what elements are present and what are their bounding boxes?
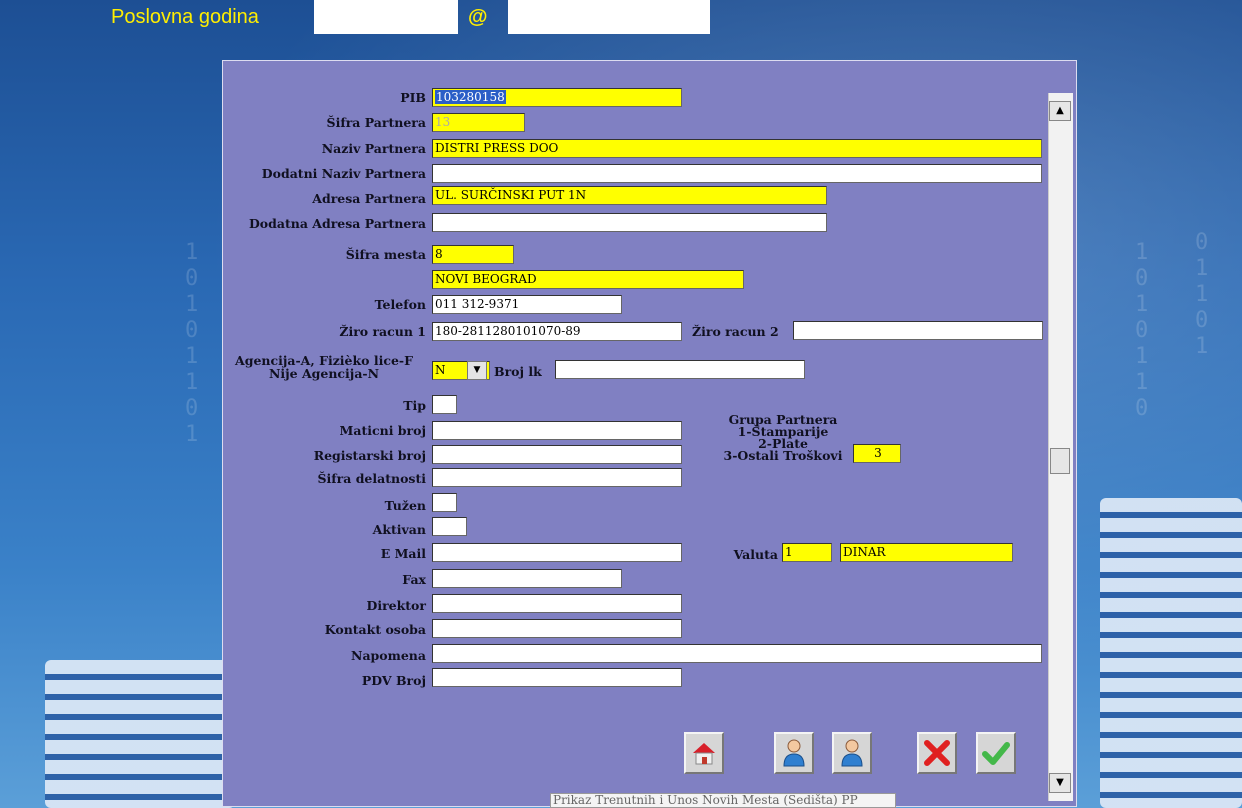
registry-number-field[interactable] (432, 445, 682, 464)
place-code-label: Šifra mesta (345, 247, 426, 262)
bank-account-1-label: Žiro racun 1 (339, 324, 426, 339)
background-building (1100, 498, 1242, 808)
background-building (45, 660, 235, 808)
places-button[interactable] (684, 732, 724, 774)
additional-name-label: Dodatni Naziv Partnera (261, 166, 426, 181)
active-field[interactable] (432, 517, 467, 536)
partner-address-field[interactable]: UL. SURČINSKI PUT 1N (432, 186, 827, 205)
bank-account-2-field[interactable] (793, 321, 1043, 340)
director-field[interactable] (432, 594, 682, 613)
additional-address-field[interactable] (432, 213, 827, 232)
cancel-button[interactable] (917, 732, 957, 774)
partner-group-label: Grupa Partnera 1-Štamparije 2-Plate 3-Os… (698, 413, 868, 463)
partner-address-label: Adresa Partnera (312, 191, 426, 206)
database-field[interactable] (508, 0, 710, 34)
user-button-1[interactable] (774, 732, 814, 774)
bank-account-1-field[interactable]: 180-2811280101070-89 (432, 322, 682, 341)
vat-number-field[interactable] (432, 668, 682, 687)
user-button-2[interactable] (832, 732, 872, 774)
top-bar: Poslovna godina @ (0, 0, 1242, 36)
currency-name-field: DINAR (840, 543, 1013, 562)
currency-label: Valuta (733, 547, 778, 562)
business-year-label: Poslovna godina (111, 6, 259, 28)
currency-code-field[interactable]: 1 (782, 543, 832, 562)
sued-label: Tužen (384, 498, 426, 513)
partner-code-label: Šifra Partnera (326, 115, 426, 130)
background-digits: 1010110 (1135, 240, 1149, 421)
activity-code-label: Šifra delatnosti (317, 471, 427, 486)
registry-number-label: Registarski broj (313, 448, 426, 463)
additional-address-label: Dodatna Adresa Partnera (248, 216, 426, 231)
background-digits: 10101101 (185, 240, 199, 447)
scroll-down-icon[interactable]: ▼ (1049, 773, 1071, 793)
id-card-label: Broj lk (494, 364, 542, 379)
active-label: Aktivan (372, 522, 426, 537)
business-year-field[interactable] (314, 0, 458, 34)
confirm-button[interactable] (976, 732, 1016, 774)
user-icon (783, 739, 805, 767)
partner-group-field[interactable]: 3 (853, 444, 901, 463)
place-name-field: NOVI BEOGRAD (432, 270, 744, 289)
agency-type-label: Agencija-A, Fizièko lice-F Nije Agencija… (222, 354, 426, 380)
vertical-scrollbar[interactable]: ▲ ▼ (1048, 93, 1073, 801)
pib-label: PIB (400, 90, 426, 105)
reg-number-field[interactable] (432, 421, 682, 440)
fax-label: Fax (402, 572, 426, 587)
note-field[interactable] (432, 644, 1042, 663)
scroll-up-icon[interactable]: ▲ (1049, 101, 1071, 121)
partner-name-field[interactable]: DISTRI PRESS DOO (432, 139, 1042, 158)
sued-field[interactable] (432, 493, 457, 512)
note-label: Napomena (351, 648, 426, 663)
place-code-field[interactable]: 8 (432, 245, 514, 264)
bank-account-2-label: Žiro racun 2 (692, 324, 779, 339)
dropdown-arrow-icon[interactable]: ▼ (467, 361, 487, 380)
cancel-x-icon (924, 740, 950, 766)
background-digits: 01101 (1195, 230, 1209, 359)
pib-field[interactable]: 103280158 (432, 88, 682, 107)
vat-number-label: PDV Broj (361, 673, 426, 688)
phone-field[interactable]: 011 312-9371 (432, 295, 622, 314)
fax-field[interactable] (432, 569, 622, 588)
confirm-check-icon (982, 742, 1010, 765)
email-label: E Mail (380, 546, 426, 561)
status-bar: Prikaz Trenutnih i Unos Novih Mesta (Sed… (550, 793, 896, 808)
partner-name-label: Naziv Partnera (321, 141, 426, 156)
contact-person-label: Kontakt osoba (324, 622, 426, 637)
partner-code-field[interactable]: 13 (432, 113, 525, 132)
scrollbar-thumb[interactable] (1050, 448, 1070, 474)
additional-name-field[interactable] (432, 164, 1042, 183)
email-field[interactable] (432, 543, 682, 562)
phone-label: Telefon (374, 297, 426, 312)
pib-value: 103280158 (435, 90, 506, 104)
at-symbol: @ (468, 6, 488, 28)
reg-number-label: Maticni broj (339, 423, 426, 438)
home-icon (693, 743, 715, 765)
user-icon (841, 739, 863, 767)
type-field[interactable] (432, 395, 457, 414)
activity-code-field[interactable] (432, 468, 682, 487)
director-label: Direktor (366, 598, 427, 613)
agency-type-label-line2: Nije Agencija-N (268, 366, 380, 381)
contact-person-field[interactable] (432, 619, 682, 638)
partner-group-option-3: 3-Ostali Troškovi (723, 448, 843, 463)
id-card-field[interactable] (555, 360, 805, 379)
type-label: Tip (403, 398, 426, 413)
